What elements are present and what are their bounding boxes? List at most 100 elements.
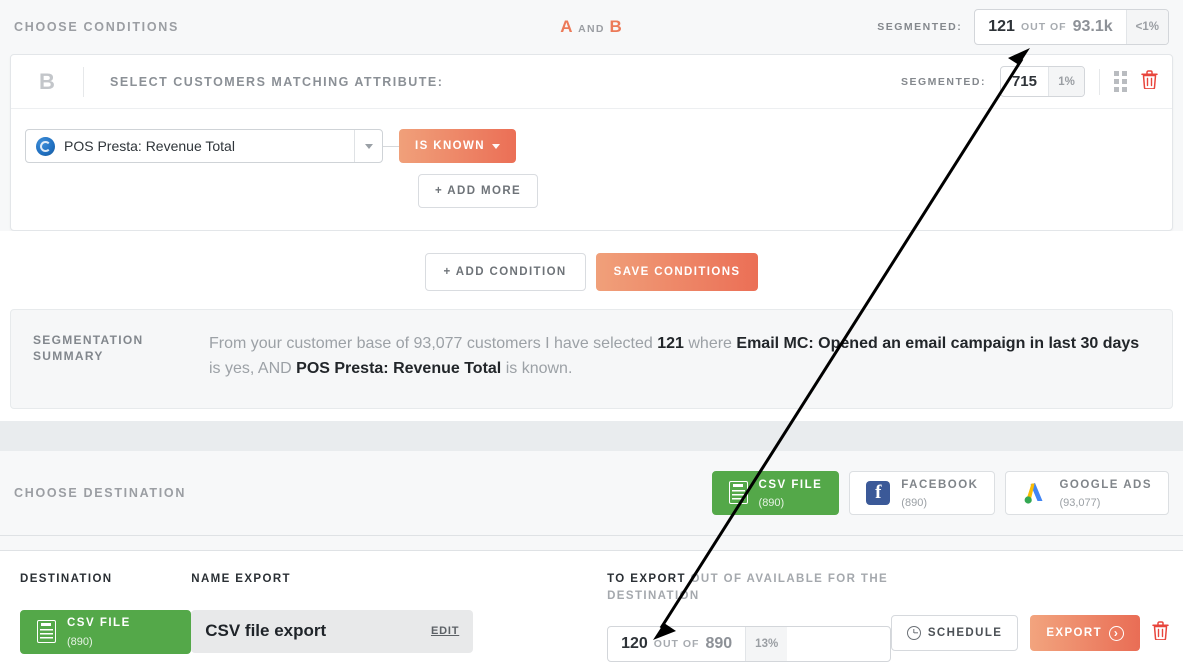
to-export-of: OUT OF <box>653 638 700 651</box>
destination-option-csv[interactable]: CSV FILE (890) <box>711 470 840 515</box>
global-counter-values: 121 OUT OF 93.1k <box>975 10 1125 44</box>
to-export-percent: 13% <box>745 627 788 662</box>
operator-button[interactable]: IS KNOWN <box>399 129 516 163</box>
row-connector <box>383 145 399 147</box>
export-button[interactable]: EXPORT <box>1030 615 1141 651</box>
to-export-label: TO EXPORT OUT OF AVAILABLE FOR THE DESTI… <box>607 571 891 604</box>
bottom-destination-label: DESTINATION <box>20 573 113 585</box>
google-ads-icon <box>1022 481 1048 505</box>
condition-b-letter: B <box>609 17 623 36</box>
bottom-name-column: NAME EXPORT CSV file export EDIT <box>191 571 607 653</box>
global-counter-percent: <1% <box>1125 10 1168 44</box>
to-export-label-strong: TO EXPORT <box>607 573 686 585</box>
condition-card-tools: SEGMENTED: 715 1% <box>901 66 1158 97</box>
destination-option-count: (890) <box>758 496 785 509</box>
global-counter-value: 121 <box>988 18 1015 35</box>
destination-option-facebook[interactable]: f FACEBOOK (890) <box>849 470 996 515</box>
trash-icon[interactable] <box>1152 621 1169 645</box>
to-export-counter-values: 120 OUT OF 890 <box>608 627 745 661</box>
summary-part-2: where <box>683 335 737 352</box>
chevron-down-icon <box>491 143 500 149</box>
bottom-export-column: TO EXPORT OUT OF AVAILABLE FOR THE DESTI… <box>607 571 891 663</box>
summary-selected-count: 121 <box>657 335 684 352</box>
choose-conditions-header: CHOOSE CONDITIONS A AND B SEGMENTED: 121… <box>0 0 1183 54</box>
bottom-destination-chip-name: CSV FILE <box>67 617 131 630</box>
global-counter-of: OUT OF <box>1020 21 1067 33</box>
condition-and-label: AND <box>578 23 605 35</box>
attribute-select-caret[interactable] <box>354 130 382 162</box>
facebook-icon: f <box>866 480 891 505</box>
summary-part-1: From your customer base of 93,077 custom… <box>209 335 658 352</box>
condition-a-letter: A <box>560 17 574 36</box>
clock-icon <box>906 626 921 640</box>
csv-file-icon <box>37 620 56 644</box>
destination-option-name: CSV FILE <box>758 478 823 491</box>
summary-part-4: is known. <box>501 359 573 377</box>
destination-option-name: FACEBOOK <box>901 478 979 491</box>
destination-title: CHOOSE DESTINATION <box>14 485 187 500</box>
destination-option-text: FACEBOOK (890) <box>901 475 978 512</box>
summary-wrapper: SEGMENTATION SUMMARY From your customer … <box>0 309 1183 421</box>
to-export-value: 120 <box>621 635 648 653</box>
export-bottom-bar: DESTINATION CSV FILE (890) NAME EXPORT C… <box>0 550 1183 670</box>
global-counter-total: 93.1k <box>1072 18 1113 35</box>
grid-dots-icon[interactable] <box>1114 71 1127 92</box>
global-segmented-counter[interactable]: 121 OUT OF 93.1k <1% <box>974 9 1169 45</box>
bottom-actions: SCHEDULE EXPORT <box>890 571 1169 651</box>
destination-option-text: CSV FILE (890) <box>759 475 823 512</box>
add-more-row: + ADD MORE <box>25 174 1158 208</box>
export-name-value: CSV file export <box>205 621 327 641</box>
summary-label-line2: SUMMARY <box>33 349 104 364</box>
arrow-right-circle-icon <box>1109 625 1125 641</box>
bottom-destination-column: DESTINATION CSV FILE (890) <box>20 571 192 654</box>
destination-option-text: GOOGLE ADS (93,077) <box>1059 475 1152 512</box>
destination-option-count: (890) <box>901 496 927 509</box>
attribute-select-value: POS Presta: Revenue Total <box>64 138 235 154</box>
add-more-button[interactable]: + ADD MORE <box>418 174 539 208</box>
condition-counter-value: 715 <box>1011 73 1037 90</box>
destination-option-count: (93,077) <box>1059 496 1101 509</box>
condition-segmented-label: SEGMENTED: <box>900 75 986 88</box>
condition-card-header: B SELECT CUSTOMERS MATCHING ATTRIBUTE: S… <box>11 55 1172 109</box>
segmentation-summary: SEGMENTATION SUMMARY From your customer … <box>10 309 1173 409</box>
attribute-row: POS Presta: Revenue Total IS KNOWN <box>25 129 1158 163</box>
operator-label: IS KNOWN <box>415 140 485 152</box>
bottom-destination-chip[interactable]: CSV FILE (890) <box>20 609 192 654</box>
to-export-total: 890 <box>705 635 733 653</box>
csv-file-icon <box>728 481 748 505</box>
destination-options: CSV FILE (890) f FACEBOOK (890) GOOGLE A… <box>711 470 1169 515</box>
summary-text: From your customer base of 93,077 custom… <box>209 332 1152 382</box>
to-export-counter[interactable]: 120 OUT OF 890 13% <box>607 626 891 663</box>
destination-option-google-ads[interactable]: GOOGLE ADS (93,077) <box>1005 470 1169 515</box>
summary-label-line1: SEGMENTATION <box>33 333 144 347</box>
add-condition-button[interactable]: + ADD CONDITION <box>424 253 586 291</box>
attribute-select[interactable]: POS Presta: Revenue Total <box>25 129 383 163</box>
condition-counter-percent: 1% <box>1048 67 1084 96</box>
summary-label: SEGMENTATION SUMMARY <box>33 332 209 364</box>
condition-counter-values: 715 <box>1001 67 1048 96</box>
global-segmented-label: SEGMENTED: <box>877 21 963 33</box>
trash-icon[interactable] <box>1141 69 1158 94</box>
bottom-destination-chip-text: CSV FILE (890) <box>67 613 131 650</box>
condition-card-title: SELECT CUSTOMERS MATCHING ATTRIBUTE: <box>110 74 444 89</box>
summary-condition-1: Email MC: Opened an email campaign in la… <box>736 335 1140 352</box>
summary-condition-2: POS Presta: Revenue Total <box>296 359 502 377</box>
condition-card-b: B SELECT CUSTOMERS MATCHING ATTRIBUTE: S… <box>10 54 1173 231</box>
condition-segmented-counter[interactable]: 715 1% <box>999 66 1085 97</box>
condition-card-body: POS Presta: Revenue Total IS KNOWN + ADD… <box>11 109 1172 230</box>
data-source-icon <box>36 136 55 156</box>
summary-part-3: is yes, AND <box>209 359 297 377</box>
export-label: EXPORT <box>1046 627 1103 639</box>
schedule-label: SCHEDULE <box>927 627 1003 639</box>
segmentation-page: CHOOSE CONDITIONS A AND B SEGMENTED: 121… <box>0 0 1183 670</box>
global-segmented-group: SEGMENTED: 121 OUT OF 93.1k <1% <box>877 9 1169 45</box>
bottom-destination-chip-count: (890) <box>67 635 93 648</box>
save-conditions-button[interactable]: SAVE CONDITIONS <box>595 253 759 291</box>
export-name-field[interactable]: CSV file export EDIT <box>191 609 474 653</box>
schedule-button[interactable]: SCHEDULE <box>890 615 1019 651</box>
section-divider <box>0 420 1183 451</box>
edit-name-link[interactable]: EDIT <box>431 625 459 637</box>
tools-divider <box>1099 68 1100 95</box>
condition-letter-badge: B <box>39 68 55 94</box>
condition-actions: + ADD CONDITION SAVE CONDITIONS <box>0 231 1183 309</box>
